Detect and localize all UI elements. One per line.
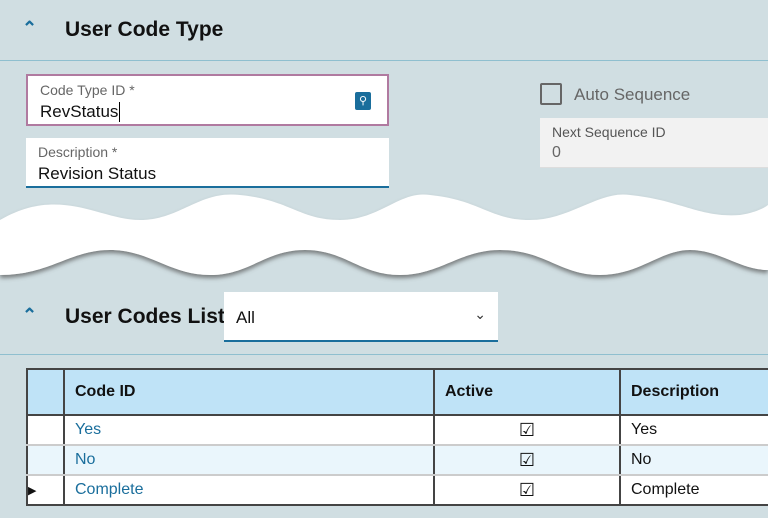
divider [0, 60, 768, 61]
column-header-code-id[interactable]: Code ID [63, 368, 435, 416]
description-label: Description * [38, 144, 118, 160]
table-row[interactable]: ▶ Complete ☑ Complete [26, 474, 768, 506]
divider [0, 354, 768, 355]
code-type-id-field[interactable]: Code Type ID * RevStatus ⚲ [26, 74, 389, 126]
column-header-description[interactable]: Description [619, 368, 768, 416]
code-type-id-label: Code Type ID * [40, 82, 135, 98]
row-selector-header [26, 368, 65, 416]
code-id-link[interactable]: No [63, 445, 434, 476]
current-row-icon[interactable]: ▶ [26, 474, 64, 506]
description-field[interactable]: Description * Revision Status [26, 138, 389, 188]
description-cell: Complete [619, 474, 768, 506]
checkbox-checked-icon[interactable]: ☑ [433, 474, 620, 506]
checkbox-checked-icon[interactable]: ☑ [433, 445, 620, 476]
code-id-link[interactable]: Yes [63, 415, 434, 446]
description-input[interactable]: Revision Status [38, 164, 156, 184]
column-header-active[interactable]: Active [433, 368, 621, 416]
auto-sequence-label: Auto Sequence [574, 85, 691, 104]
user-codes-table: Code ID Active Description Yes ☑ Yes No … [26, 368, 768, 506]
section-title-user-codes-list: User Codes List [65, 305, 225, 328]
code-id-link[interactable]: Complete [63, 474, 434, 506]
section-title-user-code-type: User Code Type [65, 18, 224, 41]
table-header-row: Code ID Active Description [26, 368, 768, 416]
chevron-up-icon[interactable]: ⌃ [22, 18, 37, 39]
filter-value: All [236, 308, 255, 327]
filter-dropdown[interactable]: All ⌄ [224, 292, 498, 342]
search-icon[interactable]: ⚲ [355, 92, 371, 110]
auto-sequence-checkbox[interactable] [540, 83, 562, 105]
torn-edge-divider [0, 194, 768, 275]
row-selector[interactable] [26, 445, 64, 476]
row-selector[interactable] [26, 415, 64, 446]
description-cell: Yes [619, 415, 768, 446]
table-row[interactable]: Yes ☑ Yes [26, 415, 768, 446]
code-type-id-input[interactable]: RevStatus [40, 102, 121, 122]
table-row[interactable]: No ☑ No [26, 445, 768, 476]
next-sequence-value: 0 [552, 144, 561, 161]
chevron-up-icon[interactable]: ⌃ [22, 305, 37, 326]
next-sequence-label: Next Sequence ID [552, 124, 666, 140]
checkbox-checked-icon[interactable]: ☑ [433, 415, 620, 446]
description-cell: No [619, 445, 768, 476]
chevron-down-icon: ⌄ [474, 306, 486, 322]
next-sequence-field: Next Sequence ID 0 [540, 118, 768, 168]
